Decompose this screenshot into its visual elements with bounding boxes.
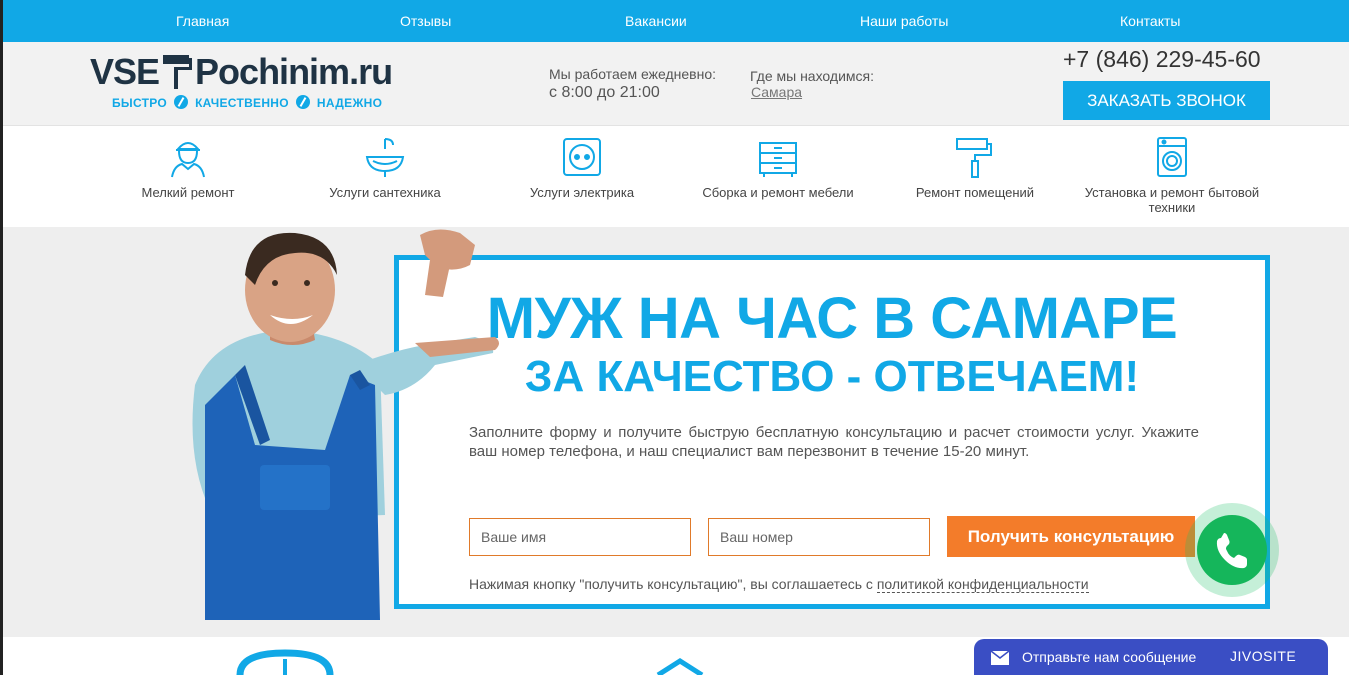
nav-contacts[interactable]: Контакты	[1120, 0, 1180, 42]
services-row: Мелкий ремонт Услуги сантехника Услуги э…	[0, 127, 1349, 227]
envelope-icon	[991, 651, 1009, 665]
phone-input[interactable]	[708, 518, 930, 556]
hours-label: Мы работаем ежедневно:	[549, 66, 717, 82]
logo-text-left: VSE	[90, 51, 160, 92]
call-button-inner[interactable]	[1197, 515, 1267, 585]
sink-icon	[365, 138, 405, 177]
phone-number[interactable]: +7 (846) 229-45-60	[1063, 46, 1261, 73]
tagline-separator-icon	[295, 95, 310, 109]
privacy-policy-link[interactable]: политикой конфиденциальности	[876, 576, 1089, 593]
location-label: Где мы находимся:	[750, 68, 874, 84]
nav-reviews[interactable]: Отзывы	[400, 0, 451, 42]
service-furniture[interactable]: Сборка и ремонт мебели	[678, 127, 878, 200]
tagline-fast: БЫСТРО	[112, 96, 168, 110]
service-room-repair[interactable]: Ремонт помещений	[875, 127, 1075, 200]
service-label: Услуги электрика	[529, 185, 635, 200]
socket-icon	[563, 138, 601, 176]
service-plumbing[interactable]: Услуги сантехника	[285, 127, 485, 200]
hero-description: Заполните форму и получите быструю беспл…	[469, 424, 1199, 460]
worker-icon	[171, 142, 205, 178]
service-small-repair[interactable]: Мелкий ремонт	[88, 127, 288, 200]
tagline-separator-icon	[174, 95, 189, 109]
callback-button[interactable]: ЗАКАЗАТЬ ЗВОНОК	[1063, 81, 1270, 120]
paint-roller-icon	[161, 52, 193, 90]
consultation-card: МУЖ НА ЧАС В САМАРЕ ЗА КАЧЕСТВО - ОТВЕЧА…	[394, 255, 1270, 609]
nav-our-works[interactable]: Наши работы	[860, 0, 948, 42]
top-nav: Главная Отзывы Вакансии Наши работы Конт…	[0, 0, 1349, 42]
hours-value: с 8:00 до 21:00	[549, 84, 660, 101]
service-label: Мелкий ремонт	[141, 185, 235, 200]
service-appliances[interactable]: Установка и ремонт бытовой техники	[1072, 127, 1272, 215]
logo-tagline: БЫСТРО КАЧЕСТВЕННО НАДЕЖНО	[112, 95, 382, 110]
service-label: Услуги сантехника	[329, 185, 441, 200]
tagline-quality: КАЧЕСТВЕННО	[195, 96, 289, 110]
handyman-illustration	[192, 229, 499, 620]
consent-note: Нажимая кнопку "получить консультацию", …	[469, 576, 1089, 593]
service-electrician[interactable]: Услуги электрика	[482, 127, 682, 200]
call-widget-button[interactable]	[1185, 503, 1279, 597]
consent-text: Нажимая кнопку "получить консультацию", …	[469, 576, 873, 592]
service-label: Установка и ремонт бытовой техники	[1084, 185, 1260, 215]
nav-vacancies[interactable]: Вакансии	[625, 0, 687, 42]
get-consultation-button[interactable]: Получить консультацию	[947, 516, 1195, 557]
dresser-icon	[759, 142, 797, 177]
service-label: Сборка и ремонт мебели	[702, 185, 854, 200]
chat-widget[interactable]: Отправьте нам сообщение JIVOSITE	[974, 639, 1328, 675]
chat-message-label: Отправьте нам сообщение	[1022, 649, 1197, 665]
window-edge	[0, 0, 3, 675]
nav-home[interactable]: Главная	[176, 0, 229, 42]
site-header: VSE Pochinim.ru БЫСТРО КАЧЕСТВЕННО НАДЕЖНО …	[0, 42, 1349, 126]
service-label: Ремонт помещений	[915, 185, 1035, 200]
hero-subtitle: ЗА КАЧЕСТВО - ОТВЕЧАЕМ!	[524, 352, 1140, 401]
hero-title: МУЖ НА ЧАС В САМАРЕ	[486, 286, 1178, 351]
logo-text-right: Pochinim.ru	[195, 51, 393, 92]
jivosite-brand: JIVOSITE	[1230, 648, 1297, 664]
phone-icon	[1216, 533, 1247, 569]
paint-roller-icon	[956, 138, 992, 178]
tagline-reliable: НАДЕЖНО	[316, 96, 383, 110]
site-logo[interactable]: VSE Pochinim.ru	[90, 51, 393, 93]
location-city-link[interactable]: Самара	[751, 84, 802, 100]
washing-machine-icon	[1157, 137, 1187, 177]
